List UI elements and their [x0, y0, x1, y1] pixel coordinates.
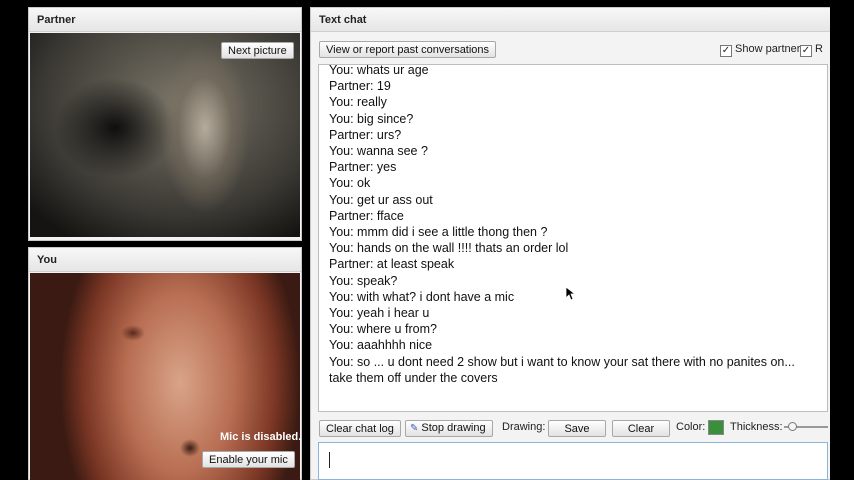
- chat-message: You: wanna see ?: [329, 144, 428, 159]
- stop-drawing-button[interactable]: ✎ Stop drawing: [405, 420, 493, 437]
- partner-video: [30, 33, 300, 237]
- next-picture-button[interactable]: Next picture: [221, 42, 294, 59]
- chat-message: Partner: 19: [329, 79, 391, 94]
- color-label: Color:: [676, 421, 706, 433]
- chat-message: You: so ... u dont need 2 show but i wan…: [329, 354, 795, 369]
- chat-message: You: whats ur age: [329, 64, 429, 77]
- clear-drawing-button[interactable]: Clear: [612, 420, 670, 437]
- second-check-icon[interactable]: ✓: [800, 45, 812, 57]
- mouse-cursor-icon: [566, 287, 576, 301]
- message-input[interactable]: [318, 442, 828, 480]
- second-checkbox-label: R: [815, 43, 823, 55]
- chat-message: Partner: at least speak: [329, 257, 455, 272]
- save-drawing-button[interactable]: Save: [548, 420, 606, 437]
- show-partner-check-icon[interactable]: ✓: [720, 45, 732, 57]
- chat-message: You: yeah i hear u: [329, 306, 430, 321]
- partner-panel-title: Partner: [29, 8, 301, 32]
- stop-drawing-label: Stop drawing: [421, 422, 486, 434]
- clear-chat-log-button[interactable]: Clear chat log: [319, 420, 401, 437]
- chat-message: You: big since?: [329, 111, 414, 126]
- chat-message: You: get ur ass out: [329, 192, 433, 207]
- text-cursor: [329, 452, 330, 468]
- self-video: [30, 273, 300, 480]
- thickness-label: Thickness:: [730, 421, 783, 433]
- you-panel-title: You: [29, 248, 301, 272]
- show-partner-checkbox[interactable]: ✓ Show partner: [720, 43, 800, 57]
- show-partner-label: Show partner: [735, 43, 801, 55]
- chat-message: take them off under the covers: [329, 370, 498, 385]
- thickness-slider-handle[interactable]: [788, 422, 797, 431]
- chat-message: You: where u from?: [329, 322, 437, 337]
- color-swatch[interactable]: [708, 420, 724, 435]
- drawing-label: Drawing:: [502, 421, 546, 433]
- pencil-icon: ✎: [410, 423, 419, 434]
- chat-messages: You: whats ur age Partner: 19 You: really Y…: [319, 64, 827, 386]
- chat-log[interactable]: You: whats ur age Partner: 19 You: really Y…: [318, 64, 828, 412]
- mic-status-text: Mic is disabled.: [220, 431, 302, 443]
- chat-message: You: really: [329, 95, 387, 110]
- chat-message: You: ok: [329, 176, 371, 191]
- chat-message: You: aaahhhh nice: [329, 338, 433, 353]
- chat-message: You: hands on the wall !!!! thats an ord…: [329, 241, 569, 256]
- text-chat-title: Text chat: [311, 8, 830, 32]
- chat-message: Partner: fface: [329, 208, 404, 223]
- report-conversations-button[interactable]: View or report past conversations: [319, 41, 497, 58]
- chat-message: You: mmm did i see a little thong then ?: [329, 225, 548, 240]
- chat-message: Partner: urs?: [329, 127, 402, 142]
- enable-mic-button[interactable]: Enable your mic: [202, 451, 295, 468]
- second-checkbox[interactable]: ✓ R: [800, 43, 823, 57]
- chat-message: Partner: yes: [329, 160, 397, 175]
